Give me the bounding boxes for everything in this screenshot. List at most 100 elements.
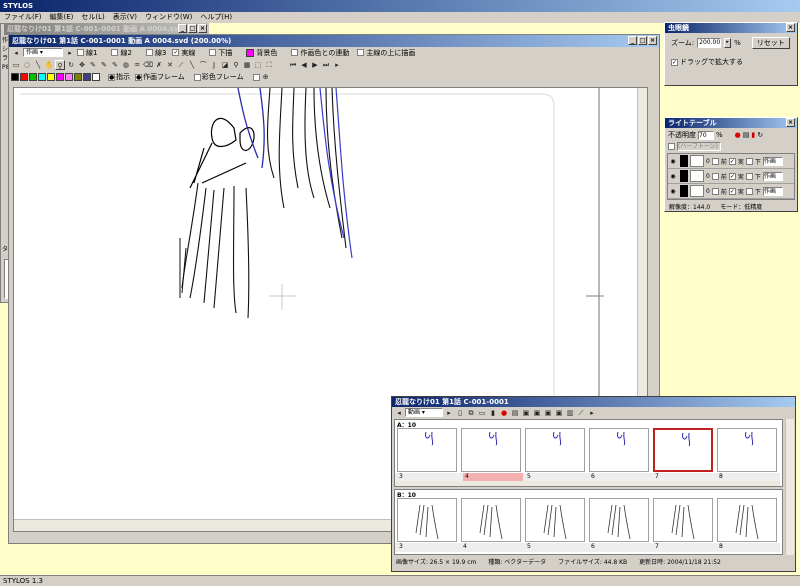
line-tool-icon[interactable]: ╲ (33, 60, 43, 70)
editor-title-bar[interactable]: 忍龍なりけ01 第1話 C-001-0001 動画 A 0004.svd (20… (9, 35, 659, 47)
menu-help[interactable]: ヘルプ(H) (200, 12, 232, 23)
thumbnail-frame[interactable] (397, 498, 457, 542)
light-table-close-button[interactable]: × (786, 118, 795, 127)
eye-icon[interactable]: ◉ (668, 173, 678, 180)
editor-close-button[interactable]: × (648, 36, 657, 45)
thumbnail-frame[interactable] (717, 428, 777, 472)
layer-mode-select[interactable]: 作画 (762, 156, 783, 166)
frame-radio[interactable]: ● (135, 73, 142, 81)
thumbnail-frame[interactable] (461, 498, 521, 542)
zoom-title-bar[interactable]: 虫眼鏡 × (665, 23, 797, 33)
halftone-checkbox[interactable] (668, 143, 675, 150)
color-swatch-olive[interactable] (74, 73, 82, 81)
rect-select-icon[interactable]: ▭ (11, 60, 21, 70)
grid-icon[interactable]: ▦ (242, 60, 252, 70)
draw-on-top-checkbox[interactable] (357, 49, 365, 56)
menu-file[interactable]: ファイル(F) (4, 12, 42, 23)
color-swatch-green[interactable] (29, 73, 37, 81)
track-a-hscroll[interactable] (395, 481, 780, 486)
tl-more-icon[interactable]: ▸ (587, 408, 597, 418)
shape-icon[interactable]: ◪ (220, 60, 230, 70)
page-icon[interactable]: ▤ (743, 131, 750, 139)
color-frame-checkbox[interactable] (193, 73, 201, 81)
bg-color-swatch[interactable] (246, 48, 255, 57)
tl-tool-icon[interactable]: ⟋ (576, 408, 586, 418)
next-arrow-icon[interactable]: ▸ (65, 48, 75, 58)
knife-icon[interactable]: ⟋ (176, 60, 186, 70)
line2-checkbox[interactable] (111, 49, 119, 56)
color-swatch-magenta[interactable] (56, 73, 64, 81)
thumbnail-frame[interactable] (653, 498, 713, 542)
thumbnail-frame[interactable] (589, 428, 649, 472)
light-table-title-bar[interactable]: ライトテーブル × (665, 118, 797, 128)
color-swatch-red[interactable] (20, 73, 28, 81)
select-all-icon[interactable]: ⛶ (264, 60, 274, 70)
tl-cell4-icon[interactable]: ▣ (554, 408, 564, 418)
cross-icon[interactable]: ✕ (165, 60, 175, 70)
tl-cell1-icon[interactable]: ▣ (521, 408, 531, 418)
lasso-icon[interactable]: ◌ (22, 60, 32, 70)
pin-icon[interactable]: ⚲ (231, 60, 241, 70)
eraser-icon[interactable]: ⌫ (143, 60, 153, 70)
crosshair-icon[interactable]: ⊕ (261, 72, 271, 82)
tl-delete-icon[interactable]: ▮ (488, 408, 498, 418)
smooth-icon[interactable]: ╲ (187, 60, 197, 70)
opacity-input[interactable]: 70 (698, 130, 714, 140)
refresh-icon[interactable]: ↻ (757, 131, 763, 139)
layer-mode-select[interactable]: 作画 (762, 186, 783, 196)
tl-save-icon[interactable]: ▥ (565, 408, 575, 418)
back-minimize-button[interactable]: _ (178, 24, 187, 33)
thumbnail-frame[interactable] (717, 498, 777, 542)
menu-window[interactable]: ウィンドウ(W) (145, 12, 192, 23)
thumbnail-frame[interactable] (525, 428, 585, 472)
eye-icon[interactable]: ◉ (668, 158, 678, 165)
tl-next-icon[interactable]: ▸ (444, 408, 454, 418)
curve-icon[interactable]: ⌒ (198, 60, 208, 70)
thumbnail-frame[interactable] (525, 498, 585, 542)
next-frame-icon[interactable]: ⏭ (321, 60, 331, 70)
hand-icon[interactable]: ✋ (44, 60, 54, 70)
color-swatch-pink[interactable] (65, 73, 73, 81)
timeline-dropdown[interactable]: 動画 ▾ (405, 408, 443, 417)
tl-prev-icon[interactable]: ◂ (394, 408, 404, 418)
play-icon[interactable]: ▶ (310, 60, 320, 70)
back-maximize-button[interactable]: □ (188, 24, 197, 33)
more-icon[interactable]: ▸ (332, 60, 342, 70)
back-close-button[interactable]: × (198, 24, 207, 33)
tl-new-icon[interactable]: ▯ (455, 408, 465, 418)
line1-checkbox[interactable] (77, 49, 84, 56)
color-swatch-white[interactable] (92, 73, 100, 81)
drag-zoom-checkbox[interactable]: ✓ (671, 58, 678, 66)
tl-page-icon[interactable]: ▤ (510, 408, 520, 418)
brush-icon[interactable]: ♒ (132, 60, 142, 70)
menu-cell[interactable]: セル(L) (81, 12, 104, 23)
draft-checkbox[interactable] (209, 49, 217, 56)
menu-edit[interactable]: 編集(E) (50, 12, 74, 23)
timeline-title-bar[interactable]: 忍龍なりけ01 第1話 C-001-0001 (392, 397, 795, 407)
link-color-checkbox[interactable] (291, 49, 299, 56)
prev-frame-icon[interactable]: ◀ (299, 60, 309, 70)
editor-minimize-button[interactable]: _ (628, 36, 637, 45)
fill-icon[interactable]: ◍ (121, 60, 131, 70)
move-icon[interactable]: ✥ (77, 60, 87, 70)
menu-view[interactable]: 表示(V) (113, 12, 137, 23)
color-swatch-black[interactable] (11, 73, 19, 81)
thumbnail-frame-selected[interactable] (653, 428, 713, 472)
color-swatch-cyan[interactable] (38, 73, 46, 81)
color-swatch-navy[interactable] (83, 73, 91, 81)
zoom-reset-button[interactable]: リセット (751, 37, 790, 49)
light-table-row[interactable]: ◉ 0 前 ✓ 実 下 作画 (668, 184, 794, 199)
thumbnail-frame[interactable] (461, 428, 521, 472)
light-table-row[interactable]: ◉ 0 前 ✓ 実 下 作画 (668, 169, 794, 184)
transform-icon[interactable]: ⬚ (253, 60, 263, 70)
pen3-icon[interactable]: ✎ (110, 60, 120, 70)
tl-open-icon[interactable]: ▭ (477, 408, 487, 418)
rotate-icon[interactable]: ↻ (66, 60, 76, 70)
hook-icon[interactable]: J (209, 60, 219, 70)
timeline-vscroll[interactable] (785, 419, 794, 555)
halftone-select[interactable]: (ハーフトーン) (677, 142, 721, 151)
prev-arrow-icon[interactable]: ◂ (11, 48, 21, 58)
line3-checkbox[interactable] (145, 49, 153, 56)
layer-mode-select[interactable]: 作画 (762, 171, 783, 181)
extra-checkbox[interactable] (252, 73, 260, 81)
